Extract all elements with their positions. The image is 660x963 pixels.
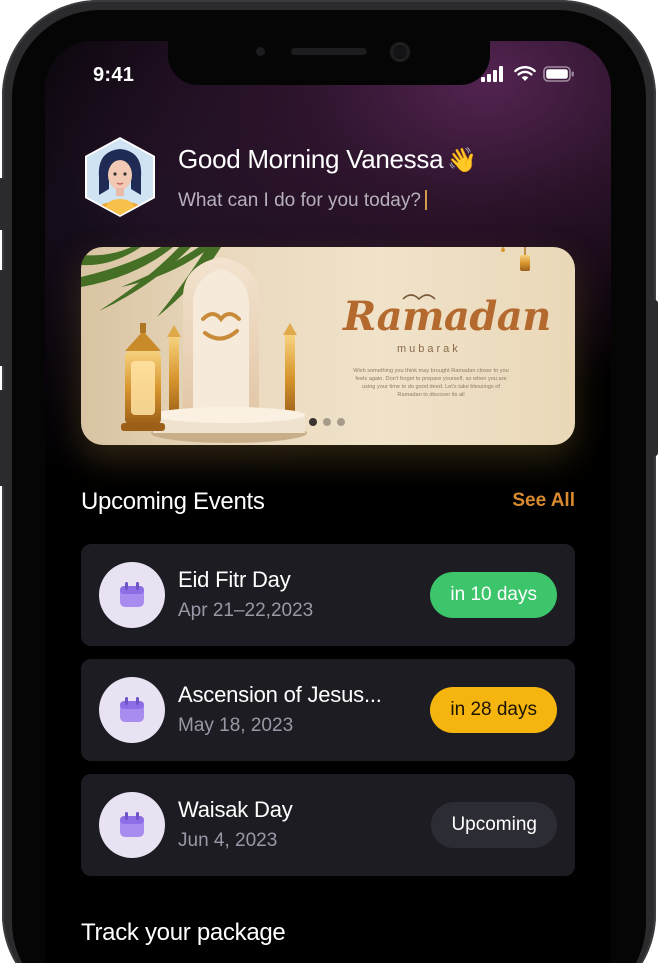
- event-card[interactable]: Ascension of Jesus... May 18, 2023 in 28…: [81, 659, 575, 761]
- event-name: Waisak Day: [178, 797, 293, 822]
- sensor-dot: [256, 47, 265, 56]
- banner-subtitle: mubarak: [397, 343, 461, 355]
- event-card[interactable]: Eid Fitr Day Apr 21–22,2023 in 10 days: [81, 544, 575, 646]
- banner-illustration: [81, 247, 530, 443]
- event-card[interactable]: Waisak Day Jun 4, 2023 Upcoming: [81, 774, 575, 876]
- wifi-icon: [514, 66, 536, 81]
- carousel-dot[interactable]: [337, 418, 345, 426]
- event-icon: [99, 562, 165, 628]
- battery-icon: [543, 66, 574, 82]
- ramadan-banner[interactable]: Ramadan mubarak Wish something you think…: [81, 247, 575, 445]
- see-all-link[interactable]: See All: [512, 490, 575, 512]
- calendar-icon: [120, 697, 144, 722]
- banner-title: Ramadan: [343, 293, 551, 340]
- notch: [168, 41, 490, 85]
- greeting-subtitle: What can I do for you today?: [178, 190, 427, 212]
- carousel-dot[interactable]: [323, 418, 331, 426]
- event-date: May 18, 2023: [178, 715, 294, 736]
- event-countdown-badge: in 28 days: [430, 687, 557, 733]
- event-name: Ascension of Jesus...: [178, 682, 382, 707]
- text-caret: [424, 190, 427, 210]
- avatar[interactable]: [83, 137, 157, 217]
- calendar-icon: [120, 812, 144, 837]
- greeting-text: Good Morning Vanessa: [178, 144, 444, 174]
- status-icons: [481, 66, 575, 82]
- app-screen: 9:41 Good Morning Vanessa 👋 What can I d…: [45, 41, 611, 963]
- power-button: [650, 300, 658, 456]
- speaker: [291, 48, 367, 55]
- status-time: 9:41: [93, 64, 135, 86]
- carousel-dots[interactable]: [309, 418, 345, 426]
- event-date: Apr 21–22,2023: [178, 600, 314, 621]
- wave-emoji: 👋: [447, 147, 477, 174]
- event-name: Eid Fitr Day: [178, 567, 291, 592]
- calendar-icon: [120, 582, 144, 607]
- event-icon: [99, 792, 165, 858]
- greeting-prompt: What can I do for you today?: [178, 190, 421, 211]
- front-camera: [390, 42, 410, 62]
- banner-body-text: Wish something you think may brought Ram…: [353, 368, 509, 398]
- event-countdown-badge: in 10 days: [430, 572, 557, 618]
- greeting-title: Good Morning Vanessa 👋: [178, 144, 477, 175]
- volume-down-button: [0, 390, 6, 486]
- upcoming-events-title: Upcoming Events: [81, 488, 265, 515]
- event-icon: [99, 677, 165, 743]
- mute-switch: [0, 178, 6, 230]
- event-status-badge: Upcoming: [431, 802, 557, 848]
- track-package-title: Track your package: [81, 919, 286, 946]
- volume-up-button: [0, 270, 6, 366]
- carousel-dot-active[interactable]: [309, 418, 317, 426]
- event-date: Jun 4, 2023: [178, 830, 278, 851]
